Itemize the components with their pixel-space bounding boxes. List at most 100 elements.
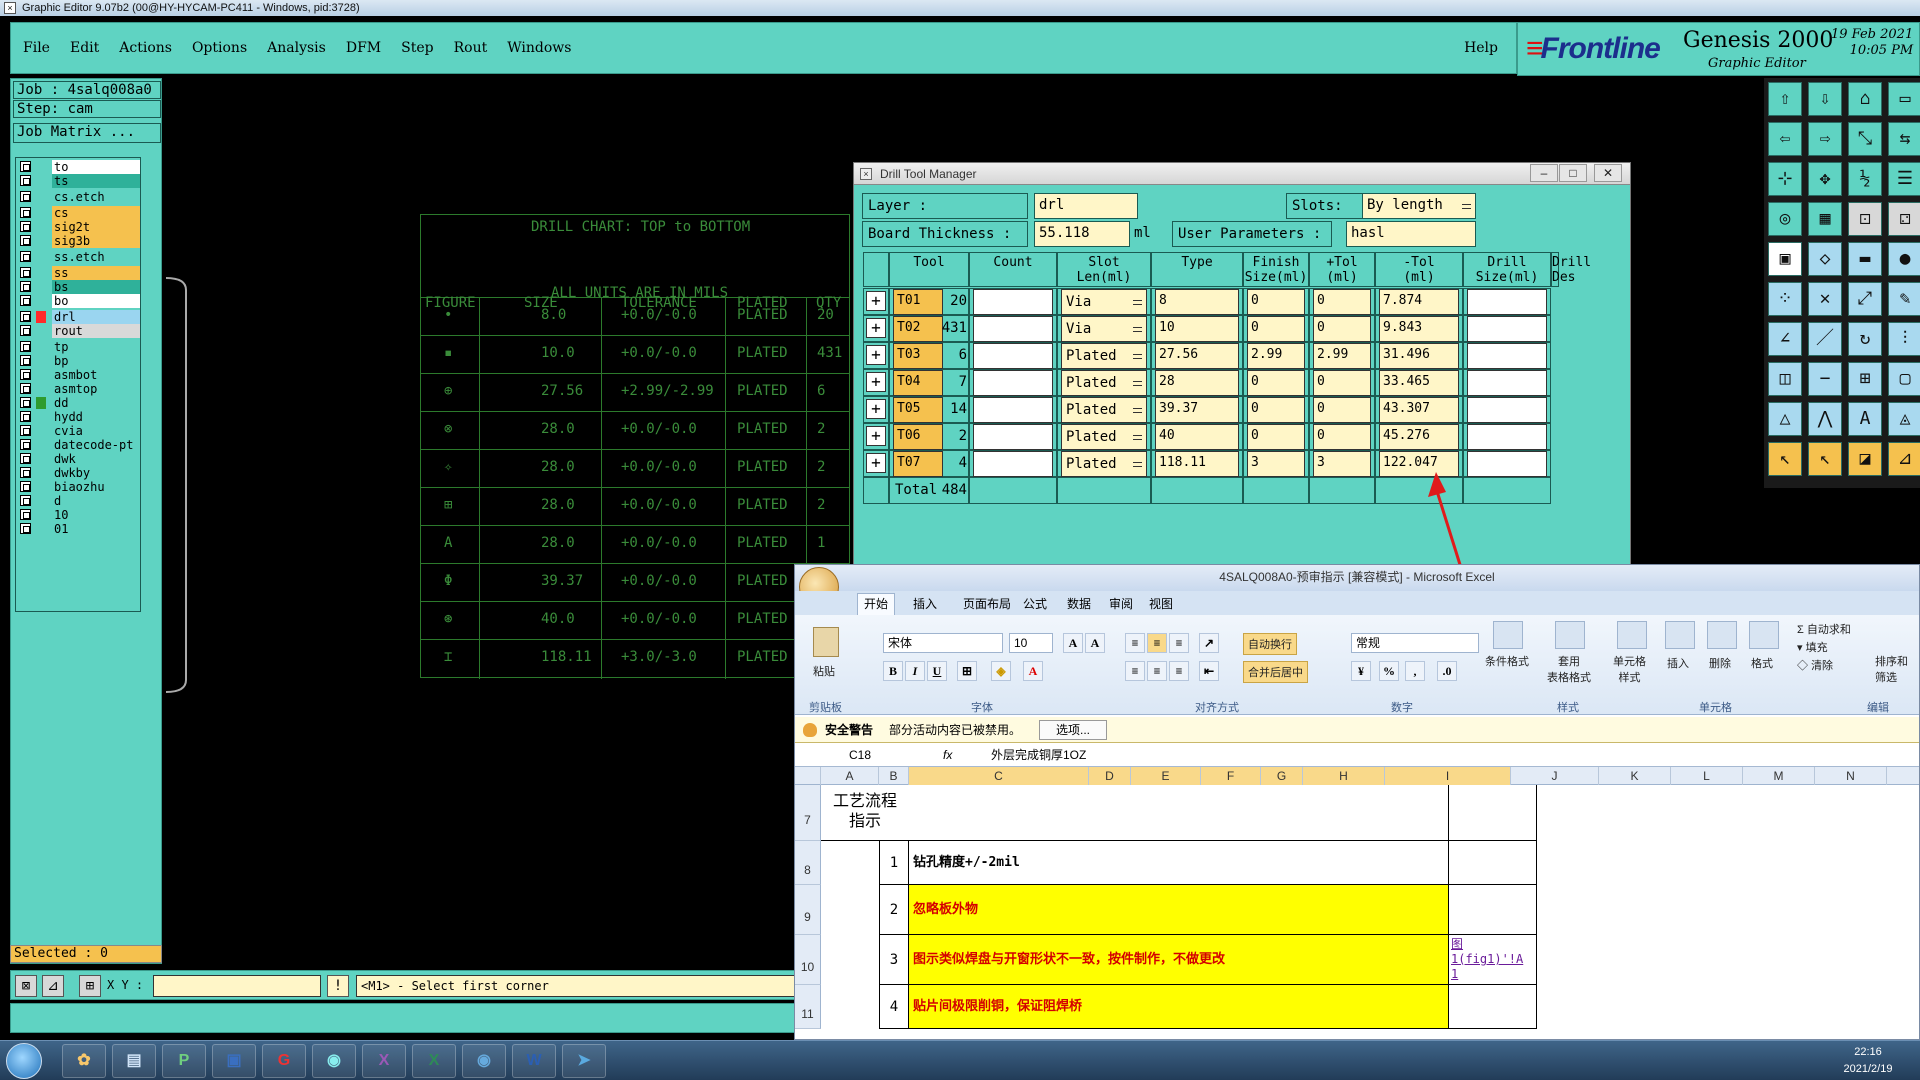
expand-icon[interactable]: + bbox=[866, 318, 886, 338]
grow-font-icon[interactable]: A bbox=[1063, 633, 1083, 653]
job-matrix-button[interactable]: Job Matrix ... bbox=[13, 123, 161, 143]
layer-row[interactable]: asmbot bbox=[18, 368, 140, 382]
toolbox-icon[interactable]: ✕ bbox=[1808, 282, 1842, 316]
align-left-icon[interactable]: ≡ bbox=[1125, 661, 1145, 681]
minus-tol-input[interactable]: 0 bbox=[1313, 370, 1371, 396]
drill-des-input[interactable] bbox=[1467, 289, 1547, 315]
sort-filter-button[interactable]: 排序和 筛选 bbox=[1875, 653, 1908, 685]
function-icon[interactable]: fx bbox=[943, 745, 952, 765]
layer-row[interactable]: asmtop bbox=[18, 382, 140, 396]
delete-cells-icon[interactable] bbox=[1707, 621, 1737, 649]
security-options-button[interactable]: 选项... bbox=[1039, 720, 1108, 740]
type-select[interactable]: Plated bbox=[1061, 451, 1147, 477]
ribbon-tab[interactable]: 审阅 bbox=[1109, 595, 1133, 612]
column-header[interactable]: D bbox=[1089, 767, 1131, 785]
taskbar-app-icon[interactable]: ▤ bbox=[112, 1044, 156, 1078]
drill-des-input[interactable] bbox=[1467, 343, 1547, 369]
toolbox-icon[interactable]: ◪ bbox=[1848, 442, 1882, 476]
type-select[interactable]: Plated bbox=[1061, 424, 1147, 450]
slot-length-input[interactable] bbox=[973, 289, 1053, 315]
start-button[interactable] bbox=[6, 1043, 42, 1079]
menu-file[interactable]: File bbox=[23, 40, 50, 56]
name-box[interactable]: C18 bbox=[849, 745, 871, 765]
autosum-button[interactable]: Σ 自动求和 bbox=[1797, 621, 1851, 637]
expand-icon[interactable]: + bbox=[866, 426, 886, 446]
drill-size-input[interactable]: 122.047 bbox=[1379, 451, 1459, 477]
maximize-button[interactable]: □ bbox=[1559, 164, 1587, 182]
row-header[interactable]: 11 bbox=[795, 985, 821, 1029]
cell-style-icon[interactable] bbox=[1617, 621, 1647, 649]
step-number-cell[interactable]: 4 bbox=[879, 985, 909, 1029]
align-center-icon[interactable]: ≡ bbox=[1147, 661, 1167, 681]
toolbox-icon[interactable]: △ bbox=[1768, 402, 1802, 436]
toolbox-icon[interactable]: ↖ bbox=[1808, 442, 1842, 476]
toolbox-icon[interactable]: ⚀ bbox=[1848, 202, 1882, 236]
drill-size-input[interactable]: 43.307 bbox=[1379, 397, 1459, 423]
instruction-cell[interactable]: 图示类似焊盘与开窗形状不一致，按件制作，不做更改 bbox=[909, 935, 1449, 985]
layer-checkbox[interactable] bbox=[20, 509, 31, 520]
layer-checkbox[interactable] bbox=[20, 325, 31, 336]
number-format-select[interactable]: 常规 bbox=[1351, 633, 1479, 653]
alert-icon[interactable]: ! bbox=[327, 975, 349, 997]
drill-des-input[interactable] bbox=[1467, 316, 1547, 342]
layer-row[interactable]: ts bbox=[18, 174, 140, 188]
close-button[interactable]: ✕ bbox=[1594, 164, 1622, 182]
layer-checkbox[interactable] bbox=[20, 383, 31, 394]
plus-tol-input[interactable]: 2.99 bbox=[1247, 343, 1305, 369]
layer-row[interactable]: cs bbox=[18, 206, 140, 220]
taskbar-app-icon[interactable]: W bbox=[512, 1044, 556, 1078]
column-header[interactable]: C bbox=[909, 767, 1089, 785]
layer-checkbox[interactable] bbox=[20, 495, 31, 506]
layer-checkbox[interactable] bbox=[20, 467, 31, 478]
layer-checkbox[interactable] bbox=[20, 425, 31, 436]
taskbar-app-icon[interactable]: ✿ bbox=[62, 1044, 106, 1078]
column-header[interactable]: A bbox=[821, 767, 879, 785]
type-select[interactable]: Via bbox=[1061, 289, 1147, 315]
toolbox-icon[interactable]: ⚁ bbox=[1888, 202, 1920, 236]
menu-edit[interactable]: Edit bbox=[70, 40, 99, 56]
menu-rout[interactable]: Rout bbox=[454, 40, 488, 56]
toolbox-icon[interactable]: ◎ bbox=[1768, 202, 1802, 236]
cond-format-icon[interactable] bbox=[1493, 621, 1523, 649]
layer-row[interactable]: drl bbox=[18, 310, 140, 324]
step-number-cell[interactable]: 3 bbox=[879, 935, 909, 985]
layer-checkbox[interactable] bbox=[20, 311, 31, 322]
drill-des-input[interactable] bbox=[1467, 397, 1547, 423]
taskbar-app-icon[interactable]: P bbox=[162, 1044, 206, 1078]
toolbox-icon[interactable]: ↖ bbox=[1768, 442, 1802, 476]
toolbox-icon[interactable]: ⇩ bbox=[1808, 82, 1842, 116]
minus-tol-input[interactable]: 2.99 bbox=[1313, 343, 1371, 369]
finish-size-input[interactable]: 40 bbox=[1155, 424, 1239, 450]
toolbox-icon[interactable]: − bbox=[1808, 362, 1842, 396]
plus-tol-input[interactable]: 0 bbox=[1247, 289, 1305, 315]
menu-options[interactable]: Options bbox=[192, 40, 247, 56]
formula-input[interactable]: 外层完成铜厚1OZ bbox=[991, 745, 1086, 765]
measure-icon[interactable]: ⊿ bbox=[42, 975, 64, 997]
finish-size-input[interactable]: 118.11 bbox=[1155, 451, 1239, 477]
fill-button[interactable]: ▾ 填充 bbox=[1797, 639, 1828, 655]
minus-tol-input[interactable]: 0 bbox=[1313, 316, 1371, 342]
step-number-cell[interactable]: 1 bbox=[879, 841, 909, 885]
layer-checkbox[interactable] bbox=[20, 281, 31, 292]
format-cells-icon[interactable] bbox=[1749, 621, 1779, 649]
toolbox-icon[interactable]: ⊞ bbox=[1848, 362, 1882, 396]
process-header-cell[interactable]: 工艺流程 指示 bbox=[821, 785, 909, 841]
toolbox-icon[interactable]: ⇆ bbox=[1888, 122, 1920, 156]
toolbox-icon[interactable]: ● bbox=[1888, 242, 1920, 276]
layer-input[interactable]: drl bbox=[1034, 193, 1138, 219]
drill-size-input[interactable]: 9.843 bbox=[1379, 316, 1459, 342]
system-clock[interactable]: 22:16 2021/2/19 bbox=[1828, 1044, 1908, 1078]
layer-row[interactable]: bp bbox=[18, 354, 140, 368]
layer-checkbox[interactable] bbox=[20, 295, 31, 306]
layer-row[interactable]: dwkby bbox=[18, 466, 140, 480]
column-header[interactable]: I bbox=[1385, 767, 1511, 785]
row-header[interactable]: 7 bbox=[795, 785, 821, 841]
ribbon-tab[interactable]: 数据 bbox=[1067, 595, 1091, 612]
menu-step[interactable]: Step bbox=[401, 40, 433, 56]
fill-color-icon[interactable]: ◈ bbox=[991, 661, 1011, 681]
slot-length-input[interactable] bbox=[973, 316, 1053, 342]
layer-row[interactable]: cvia bbox=[18, 424, 140, 438]
taskbar-app-icon[interactable]: X bbox=[412, 1044, 456, 1078]
layer-row[interactable]: d bbox=[18, 494, 140, 508]
drill-des-input[interactable] bbox=[1467, 424, 1547, 450]
